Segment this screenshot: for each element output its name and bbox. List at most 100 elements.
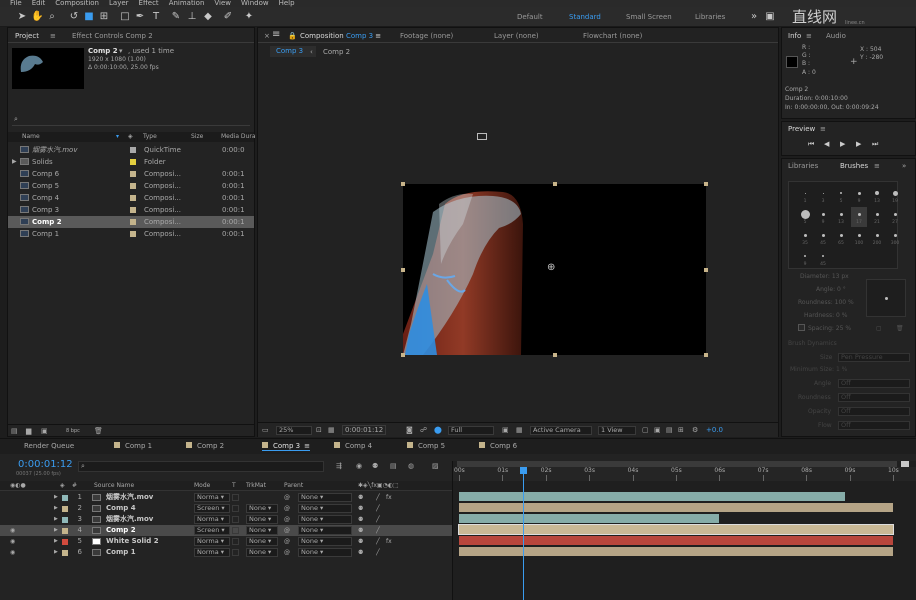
motion-blur-icon[interactable]: ◍: [408, 462, 414, 470]
label-swatch[interactable]: [130, 195, 136, 201]
brush-tip[interactable]: 5: [797, 207, 813, 227]
camera-select[interactable]: Active Camera: [530, 426, 592, 435]
tab-layer[interactable]: Layer (none): [494, 32, 539, 40]
prev-frame-icon[interactable]: ◀: [824, 140, 829, 148]
shy-switch-icon[interactable]: ⚉: [358, 536, 363, 547]
col-mode[interactable]: Mode: [194, 482, 210, 489]
layer-row[interactable]: ◉ ▶ 6 Comp 1 Norma ▾ None ▾ @ None ▾ ⚉ ╱: [0, 547, 452, 558]
interpret-footage-icon[interactable]: ▤: [11, 427, 18, 435]
dyn-roundness-select[interactable]: Off: [838, 393, 910, 402]
new-brush-icon[interactable]: ▢: [876, 325, 882, 332]
dyn-size-select[interactable]: Pen Pressure: [838, 353, 910, 362]
zoom-tool-icon[interactable]: ⌕: [46, 11, 58, 23]
menu-item-file[interactable]: File: [10, 0, 22, 7]
expand-triangle-icon[interactable]: ▶: [54, 547, 58, 558]
col-size[interactable]: Size: [191, 133, 203, 140]
viewer-timecode[interactable]: 0:00:01:12: [342, 425, 386, 435]
breadcrumb-comp2[interactable]: Comp 2: [323, 48, 350, 56]
panel-menu-icon[interactable]: ≡: [304, 442, 310, 450]
timeline-timecode[interactable]: 0:00:01:12: [18, 459, 73, 470]
workspace-standard[interactable]: Standard: [569, 13, 601, 21]
new-comp-icon[interactable]: ▣: [41, 427, 48, 435]
pickwhip-icon[interactable]: @: [284, 492, 290, 503]
workspace-small-screen[interactable]: Small Screen: [626, 13, 672, 21]
tab-preview[interactable]: Preview: [788, 125, 815, 133]
layer-name[interactable]: Comp 2: [106, 525, 192, 536]
project-item[interactable]: Comp 2 Composi... 0:00:1: [8, 216, 254, 228]
roto-brush-tool-icon[interactable]: ✐: [222, 11, 234, 23]
col-source-name[interactable]: Source Name: [94, 482, 134, 489]
grid-toggle-icon[interactable]: ▦: [516, 426, 523, 434]
parent-select[interactable]: None ▾: [298, 526, 352, 535]
project-search[interactable]: ⌕: [12, 115, 250, 126]
comp-mini-flowchart-icon[interactable]: ⇶: [336, 462, 342, 470]
project-item[interactable]: 烟雾水汽.mov QuickTime 0:00:0: [8, 144, 254, 156]
quality-switch-icon[interactable]: ╱: [376, 514, 380, 525]
mode-select[interactable]: Screen ▾: [194, 504, 230, 513]
transform-handle[interactable]: [401, 182, 405, 186]
brush-tip[interactable]: 5: [833, 186, 849, 206]
layer-name[interactable]: 烟雾水汽.mov: [106, 514, 192, 525]
t-checkbox[interactable]: [232, 538, 239, 545]
layer-duration-bar[interactable]: [459, 514, 720, 523]
brush-hardness[interactable]: Hardness: 0 %: [804, 312, 847, 319]
label-swatch[interactable]: [130, 231, 136, 237]
brush-tip[interactable]: 45: [815, 228, 831, 248]
clone-tool-icon[interactable]: ⊥: [186, 11, 198, 23]
label-swatch[interactable]: [62, 517, 68, 523]
shy-switch-icon[interactable]: ⚉: [358, 547, 363, 558]
timeline-graph[interactable]: 00s 01s 02s 03s 04s 05s 06s 07s 08s 09s 10s: [452, 461, 916, 600]
layer-row[interactable]: ▶ 1 烟雾水汽.mov Norma ▾ @ None ▾ ⚉ ╱ fx: [0, 492, 452, 503]
trkmat-select[interactable]: None ▾: [246, 515, 278, 524]
fx-switch-icon[interactable]: fx: [386, 536, 392, 547]
col-media-duration[interactable]: Media Duratio: [221, 133, 255, 140]
menu-item-view[interactable]: View: [214, 0, 231, 7]
layer-row[interactable]: ◉ ▶ 4 Comp 2 Screen ▾ None ▾ @ None ▾ ⚉ ╱: [0, 525, 452, 536]
transform-handle[interactable]: [553, 182, 557, 186]
close-tab-icon[interactable]: ×: [264, 32, 270, 40]
pickwhip-icon[interactable]: @: [284, 514, 290, 525]
snapshot-icon[interactable]: ◙: [406, 426, 413, 434]
brush-tool-icon[interactable]: ✎: [170, 11, 182, 23]
expand-triangle-icon[interactable]: ▶: [54, 514, 58, 525]
tab-comp-5[interactable]: Comp 5: [407, 442, 445, 450]
visibility-eye-icon[interactable]: ◉: [10, 525, 15, 536]
panel-menu-icon[interactable]: ≡: [820, 125, 826, 133]
label-swatch[interactable]: [62, 528, 68, 534]
region-icon[interactable]: ⊡: [316, 426, 322, 434]
tab-libraries[interactable]: Libraries: [788, 162, 818, 170]
brush-tip[interactable]: 13: [869, 186, 885, 206]
pickwhip-icon[interactable]: @: [284, 525, 290, 536]
layer-name[interactable]: Comp 4: [106, 503, 192, 514]
layer-name[interactable]: 烟雾水汽.mov: [106, 492, 192, 503]
dropdown-icon[interactable]: ▾: [119, 47, 123, 55]
reset-exposure-icon[interactable]: ⚙: [692, 426, 698, 434]
t-checkbox[interactable]: [232, 494, 239, 501]
search-help-icon[interactable]: ▣: [764, 11, 776, 23]
transform-handle[interactable]: [704, 353, 708, 357]
expand-triangle-icon[interactable]: ▶: [54, 536, 58, 547]
panel-menu-icon[interactable]: ≡: [874, 162, 880, 170]
timeline-search[interactable]: ⌕: [78, 461, 324, 472]
hand-tool-icon[interactable]: ✋: [31, 11, 43, 23]
brush-tip[interactable]: 1: [797, 186, 813, 206]
layer-name[interactable]: White Solid 2: [106, 536, 192, 547]
dyn-min-size[interactable]: Minimum Size: 1 %: [790, 366, 847, 373]
col-type[interactable]: Type: [143, 133, 157, 140]
shy-switch-icon[interactable]: ⚉: [358, 503, 363, 514]
expand-triangle-icon[interactable]: ▶: [54, 492, 58, 503]
shy-switch-icon[interactable]: ⚉: [358, 525, 363, 536]
t-checkbox[interactable]: [232, 516, 239, 523]
visibility-eye-icon[interactable]: ◉: [10, 536, 15, 547]
tab-info[interactable]: Info: [788, 32, 801, 40]
brush-tip[interactable]: 100: [851, 228, 867, 248]
bpc-label[interactable]: 8 bpc: [66, 428, 80, 434]
brush-tip[interactable]: 200: [869, 228, 885, 248]
always-preview-icon[interactable]: ▭: [262, 426, 269, 434]
pickwhip-icon[interactable]: @: [284, 503, 290, 514]
transform-handle[interactable]: [704, 268, 708, 272]
menu-item-animation[interactable]: Animation: [169, 0, 205, 7]
timeline-link-icon[interactable]: ▤: [666, 426, 673, 434]
brush-tip[interactable]: 17: [851, 207, 867, 227]
project-item[interactable]: Comp 3 Composi... 0:00:1: [8, 204, 254, 216]
